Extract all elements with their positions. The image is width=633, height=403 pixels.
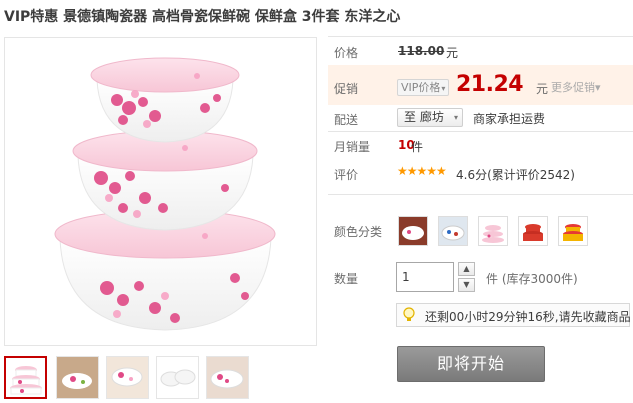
thumbnail-4[interactable] [156, 356, 199, 399]
shipping-location-select[interactable]: 至 廊坊 ▾ [397, 108, 463, 127]
caret-down-icon: ▾ [441, 84, 446, 93]
vip-price-label: VIP价格 [401, 81, 441, 94]
mid-divider [328, 131, 633, 132]
price-label: 价格 [334, 46, 359, 60]
shipping-location: 至 廊坊 [404, 110, 444, 124]
color-swatch-3[interactable] [478, 216, 508, 246]
countdown-notice: 还剩00小时29分钟16秒,请先收藏商品 [396, 303, 631, 327]
product-title: VIP特惠 景德镇陶瓷器 高档骨瓷保鲜碗 保鲜盒 3件套 东洋之心 [4, 9, 401, 25]
caret-down-icon: ▾ [595, 81, 601, 94]
original-price-unit: 元 [446, 46, 459, 60]
color-label: 颜色分类 [334, 225, 383, 239]
swatch-2-image [439, 217, 467, 245]
chevron-down-icon: ▾ [453, 113, 458, 122]
rating-label: 评价 [334, 168, 359, 182]
stock-info: 件 (库存3000件) [486, 272, 578, 286]
color-swatch-5[interactable] [558, 216, 588, 246]
rating-stars-icon: ★★★★★ [397, 164, 447, 178]
more-promotions-label: 更多促销 [551, 81, 595, 94]
vip-price-dropdown[interactable]: VIP价格▾ [397, 79, 450, 96]
shipping-label: 配送 [334, 113, 359, 127]
color-swatch-4[interactable] [518, 216, 548, 246]
countdown-text: 还剩00小时29分钟16秒,请先收藏商品 [425, 310, 631, 324]
coming-soon-button[interactable]: 即将开始 [397, 346, 545, 382]
promo-price-unit: 元 [536, 82, 549, 96]
bowl-set-illustration [54, 57, 276, 331]
quantity-input[interactable]: 1 [396, 262, 454, 292]
shipping-note: 商家承担运费 [473, 112, 546, 126]
thumbnail-1[interactable] [4, 356, 47, 399]
main-product-image[interactable] [4, 37, 317, 346]
color-swatch-2[interactable] [438, 216, 468, 246]
options-divider [328, 194, 633, 195]
swatch-3-image [479, 217, 507, 245]
thumbnail-5-image [207, 357, 248, 398]
quantity-label: 数量 [334, 272, 359, 286]
original-price: 118.00 [398, 44, 445, 58]
swatch-4-image [519, 217, 547, 245]
top-divider [328, 36, 633, 37]
monthly-sales-unit: 件 [411, 140, 424, 154]
thumbnail-5[interactable] [206, 356, 249, 399]
more-promotions-link[interactable]: 更多促销▾ [551, 79, 601, 95]
thumbnail-3[interactable] [106, 356, 149, 399]
promo-price: 21.24 [456, 72, 524, 97]
lightbulb-icon [403, 307, 415, 321]
promo-label: 促销 [334, 82, 359, 96]
swatch-1-image [399, 217, 427, 245]
thumbnail-2-image [57, 357, 98, 398]
thumbnail-2[interactable] [56, 356, 99, 399]
rating-summary-link[interactable]: 4.6分(累计评价2542) [456, 166, 575, 183]
quantity-increase-button[interactable]: ▲ [458, 262, 475, 276]
color-swatch-1[interactable] [398, 216, 428, 246]
monthly-sales-label: 月销量 [334, 140, 371, 154]
thumbnail-4-image [157, 357, 198, 398]
quantity-decrease-button[interactable]: ▼ [458, 278, 475, 292]
thumbnail-3-image [107, 357, 148, 398]
thumbnail-1-image [10, 366, 42, 395]
swatch-5-image [559, 217, 587, 245]
